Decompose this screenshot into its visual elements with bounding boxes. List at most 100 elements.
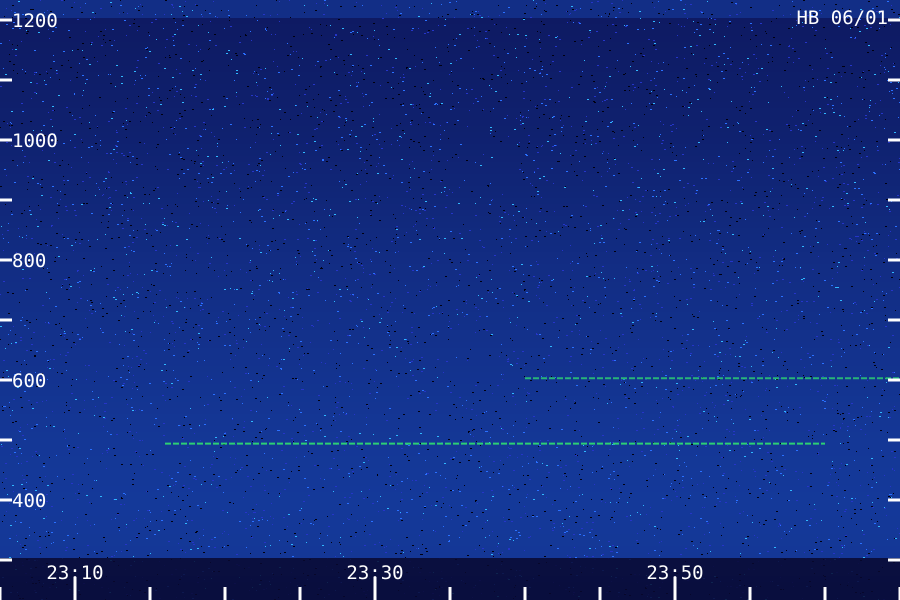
noise-speck [415, 380, 417, 381]
noise-speck [475, 307, 477, 308]
noise-speck [182, 330, 184, 331]
noise-speck [220, 400, 222, 401]
noise-speck [406, 68, 407, 69]
noise-speck [264, 542, 266, 543]
noise-speck [103, 417, 105, 418]
noise-speck [207, 156, 209, 157]
noise-speck [77, 533, 78, 534]
noise-speck [843, 419, 844, 420]
noise-speck [729, 225, 731, 226]
noise-speck [424, 391, 426, 392]
noise-speck [522, 116, 524, 117]
noise-speck [871, 506, 873, 507]
noise-speck [892, 468, 893, 469]
noise-speck [325, 363, 326, 364]
noise-speck [174, 340, 175, 341]
noise-speck [222, 510, 224, 511]
noise-speck [803, 316, 805, 317]
noise-speck [319, 147, 321, 148]
noise-speck [324, 415, 326, 416]
noise-speck [590, 32, 591, 33]
noise-speck [274, 49, 275, 50]
noise-speck [525, 513, 526, 514]
noise-speck [546, 380, 547, 381]
noise-speck [57, 203, 58, 204]
noise-speck [614, 159, 616, 160]
noise-speck [683, 115, 684, 116]
noise-speck [427, 449, 429, 450]
noise-speck [11, 125, 13, 126]
noise-speck [865, 79, 866, 80]
noise-speck [741, 35, 742, 36]
noise-speck [290, 119, 291, 120]
noise-speck [400, 512, 401, 513]
noise-speck [240, 191, 241, 192]
noise-speck [887, 1, 889, 2]
noise-speck [415, 210, 417, 211]
noise-speck [156, 147, 157, 148]
noise-speck [22, 317, 23, 318]
noise-speck [498, 5, 499, 6]
noise-speck [259, 329, 260, 330]
noise-speck [9, 538, 11, 539]
noise-speck [164, 68, 166, 69]
noise-speck [581, 528, 583, 529]
noise-speck [171, 383, 173, 384]
intensity-band [0, 420, 900, 426]
noise-speck [20, 427, 21, 428]
noise-speck [761, 44, 762, 45]
noise-speck [246, 272, 247, 273]
noise-speck [127, 13, 128, 14]
noise-speck [44, 80, 45, 81]
noise-speck [322, 487, 324, 488]
noise-speck [527, 52, 529, 53]
noise-speck [618, 229, 620, 230]
noise-speck [440, 139, 441, 140]
noise-speck [442, 497, 444, 498]
noise-speck [817, 453, 818, 454]
noise-speck [137, 30, 138, 31]
noise-speck [258, 210, 259, 211]
noise-speck [153, 303, 154, 304]
noise-speck [767, 75, 768, 76]
noise-speck [233, 436, 234, 437]
noise-speck [503, 374, 504, 375]
noise-speck [621, 316, 623, 317]
noise-speck [704, 395, 706, 396]
noise-speck [812, 171, 813, 172]
noise-speck [808, 430, 810, 431]
noise-speck [506, 27, 507, 28]
noise-speck [185, 516, 186, 517]
noise-speck [396, 125, 398, 126]
noise-speck [700, 542, 701, 543]
noise-speck [100, 303, 101, 304]
noise-speck [834, 308, 835, 309]
noise-speck [11, 111, 13, 112]
noise-speck [866, 233, 867, 234]
noise-speck [329, 323, 330, 324]
noise-speck [843, 330, 845, 331]
noise-speck [695, 146, 697, 147]
noise-speck [203, 201, 204, 202]
noise-speck [612, 444, 613, 445]
noise-speck [34, 356, 36, 357]
noise-speck [12, 44, 13, 45]
intensity-band [0, 240, 900, 246]
noise-speck [223, 436, 224, 437]
noise-speck [78, 484, 79, 485]
noise-speck [273, 93, 274, 94]
noise-speck [341, 150, 343, 151]
noise-speck [91, 284, 92, 285]
noise-speck [648, 478, 649, 479]
noise-speck [862, 530, 863, 531]
noise-speck [202, 309, 204, 310]
noise-speck [619, 498, 620, 499]
noise-speck [155, 263, 157, 264]
noise-speck [518, 388, 519, 389]
noise-speck [180, 425, 181, 426]
noise-speck [490, 437, 491, 438]
noise-speck [265, 330, 266, 331]
noise-speck [710, 98, 711, 99]
noise-speck [578, 487, 580, 488]
noise-speck [698, 376, 700, 377]
